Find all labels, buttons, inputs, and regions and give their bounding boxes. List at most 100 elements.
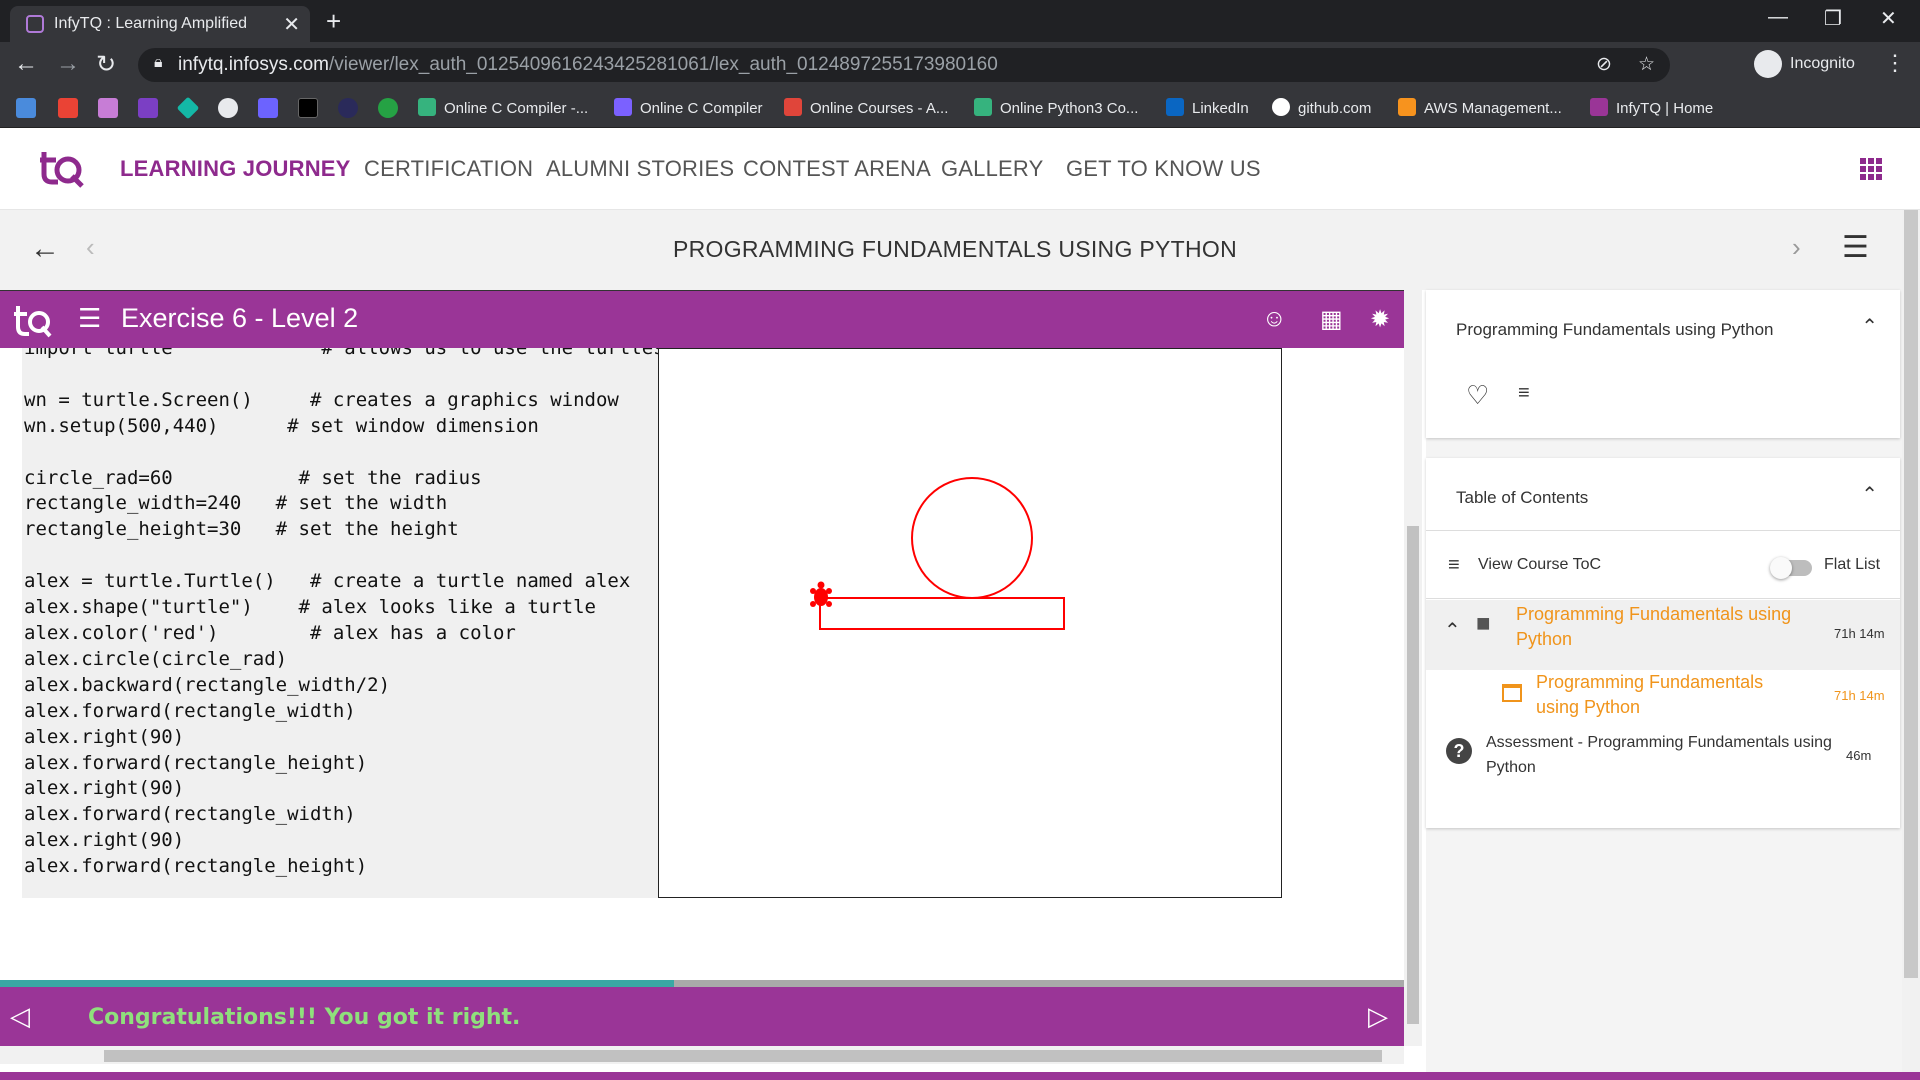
bookmark-linkedin[interactable]: LinkedIn — [1166, 98, 1249, 117]
divider — [1426, 530, 1900, 531]
smiley-icon[interactable]: ☺ — [1262, 305, 1287, 333]
apps-grid-icon[interactable] — [1860, 158, 1882, 180]
lock-icon: 🔒︎ — [154, 54, 163, 71]
vertical-scroll-thumb[interactable] — [1407, 526, 1419, 1024]
incognito-indicator[interactable]: Incognito — [1754, 50, 1855, 78]
infytq-icon — [1590, 98, 1608, 116]
toc-row-assessment[interactable]: ? Assessment - Programming Fundamentals … — [1426, 730, 1900, 796]
restore-icon[interactable]: ❐ — [1824, 6, 1842, 31]
nav-certification[interactable]: CERTIFICATION — [364, 156, 533, 182]
toc-item-label[interactable]: Assessment - Programming Fundamentals us… — [1486, 730, 1846, 780]
nav-learning-journey[interactable]: LEARNING JOURNEY — [120, 156, 351, 182]
nav-get-to-know-us[interactable]: GET TO KNOW US — [1066, 156, 1261, 182]
toc-item-duration: 46m — [1846, 748, 1872, 763]
course-title: PROGRAMMING FUNDAMENTALS USING PYTHON — [673, 236, 1237, 262]
turtle-canvas — [658, 348, 1282, 898]
bookmark-mail-icon[interactable] — [138, 98, 158, 118]
forward-icon[interactable]: → — [56, 50, 80, 78]
drawn-circle — [911, 477, 1033, 599]
course-card-title: Programming Fundamentals using Python — [1456, 320, 1774, 339]
next-chevron-icon[interactable]: › — [1792, 232, 1801, 263]
feedback-bar: ◁ Congratulations!!! You got it right. ▷ — [0, 987, 1404, 1051]
code-icon — [418, 98, 436, 116]
bookmark-hackerrank-icon[interactable] — [298, 98, 318, 118]
divider — [1426, 598, 1900, 599]
bookmark-online-courses[interactable]: Online Courses - A... — [784, 98, 948, 117]
tracking-blocked-icon[interactable]: ⊘ — [1596, 53, 1612, 76]
exercise-menu-icon[interactable]: ☰ — [78, 303, 101, 334]
compiler-icon — [614, 98, 632, 116]
vertical-scrollbar[interactable] — [1404, 290, 1422, 1046]
browser-menu-icon[interactable]: ⋮ — [1884, 50, 1906, 76]
bookmark-star-icon[interactable]: ☆ — [1638, 53, 1655, 76]
bookmark-grid-icon[interactable] — [98, 98, 118, 118]
turtle-icon — [810, 581, 832, 607]
bookmark-online-c-compiler-2[interactable]: Online C Compiler — [614, 98, 763, 117]
page-scroll-thumb[interactable] — [1904, 210, 1918, 978]
next-triangle-icon[interactable]: ▷ — [1368, 1001, 1388, 1032]
nav-gallery[interactable]: GALLERY — [941, 156, 1044, 182]
drawn-rectangle — [819, 597, 1065, 630]
view-course-toc-link[interactable]: View Course ToC — [1478, 556, 1601, 574]
toc-item-duration: 71h 14m — [1834, 688, 1885, 703]
heart-icon[interactable]: ♡ — [1466, 380, 1489, 411]
horizontal-scrollbar[interactable] — [0, 1046, 1404, 1064]
bookmark-diamond-icon[interactable] — [176, 96, 200, 120]
toc-list-icon: ≡ — [1448, 554, 1460, 576]
infytq-favicon-icon — [26, 15, 44, 33]
browser-tab-strip: InfyTQ : Learning Amplified ✕ + — ❐ ✕ — [0, 0, 1920, 42]
toc-row-module[interactable]: Programming Fundamentals using Python 71… — [1426, 670, 1900, 730]
back-icon[interactable]: ← — [14, 50, 38, 78]
playlist-icon[interactable]: ≡ — [1518, 382, 1530, 405]
toc-row-course[interactable]: ⌃ ■ Programming Fundamentals using Pytho… — [1426, 600, 1900, 670]
nav-alumni-stories[interactable]: ALUMNI STORIES — [546, 156, 734, 182]
omnibox[interactable]: 🔒︎ infytq.infosys.com/viewer/lex_auth_01… — [138, 48, 1670, 82]
exercise-title: Exercise 6 - Level 2 — [121, 303, 359, 333]
calendar-icon[interactable]: ▦ — [1320, 305, 1343, 334]
previous-triangle-icon[interactable]: ◁ — [10, 1001, 30, 1032]
toc-item-label[interactable]: Programming Fundamentals using Python — [1516, 602, 1816, 652]
bookmark-aws[interactable]: AWS Management... — [1398, 98, 1562, 117]
infytq-logo-icon — [14, 306, 52, 338]
infytq-logo-icon[interactable] — [38, 148, 84, 188]
bookmark-app-icon[interactable] — [16, 98, 36, 118]
minimize-icon[interactable]: — — [1768, 6, 1788, 29]
bookmark-profile-icon[interactable] — [218, 98, 238, 118]
horizontal-scroll-thumb[interactable] — [104, 1050, 1382, 1062]
close-tab-icon[interactable]: ✕ — [283, 12, 300, 37]
bookmark-online-c-compiler-1[interactable]: Online C Compiler -... — [418, 98, 588, 117]
reload-icon[interactable]: ↻ — [96, 50, 116, 79]
module-icon — [1502, 684, 1522, 702]
url-text: infytq.infosys.com/viewer/lex_auth_01254… — [178, 54, 998, 75]
toc-item-label[interactable]: Programming Fundamentals using Python — [1536, 670, 1806, 720]
course-title-bar: ← ‹ PROGRAMMING FUNDAMENTALS USING PYTHO… — [0, 210, 1920, 290]
site-header: LEARNING JOURNEY CERTIFICATION ALUMNI ST… — [0, 128, 1920, 210]
course-sidebar: Programming Fundamentals using Python ⌃ … — [1426, 290, 1902, 1080]
close-window-icon[interactable]: ✕ — [1880, 6, 1897, 31]
question-icon: ? — [1446, 738, 1472, 764]
bookmark-badge-icon[interactable] — [378, 98, 398, 118]
flat-list-toggle[interactable] — [1770, 557, 1812, 579]
expand-chevron-icon[interactable]: ⌃ — [1444, 618, 1461, 643]
bookmark-bolt-icon[interactable] — [258, 98, 278, 118]
turtle-drawing — [810, 477, 1065, 630]
bottom-strip — [0, 1072, 1920, 1080]
bookmark-infytq-home[interactable]: InfyTQ | Home — [1590, 98, 1713, 117]
browser-tab[interactable]: InfyTQ : Learning Amplified ✕ — [10, 6, 310, 42]
incognito-icon — [1754, 50, 1782, 78]
menu-icon[interactable]: ☰ — [1842, 230, 1869, 265]
settings-icon[interactable]: ✹ — [1370, 305, 1390, 334]
nav-contest-arena[interactable]: CONTEST ARENA — [743, 156, 931, 182]
new-tab-icon[interactable]: + — [326, 6, 341, 37]
bookmark-circle-icon[interactable] — [338, 98, 358, 118]
tab-title: InfyTQ : Learning Amplified — [54, 15, 247, 32]
collapse-chevron-icon[interactable]: ⌃ — [1861, 314, 1878, 339]
collapse-chevron-icon[interactable]: ⌃ — [1861, 482, 1878, 507]
github-icon — [1272, 98, 1290, 116]
exercise-header: ☰ Exercise 6 - Level 2 ☺ ▦ ✹ — [0, 290, 1404, 348]
linkedin-icon — [1166, 98, 1184, 116]
bookmark-online-python3[interactable]: Online Python3 Co... — [974, 98, 1138, 117]
bookmark-github[interactable]: github.com — [1272, 98, 1371, 117]
page-scrollbar[interactable] — [1902, 210, 1920, 1080]
gmail-icon[interactable] — [58, 98, 78, 118]
